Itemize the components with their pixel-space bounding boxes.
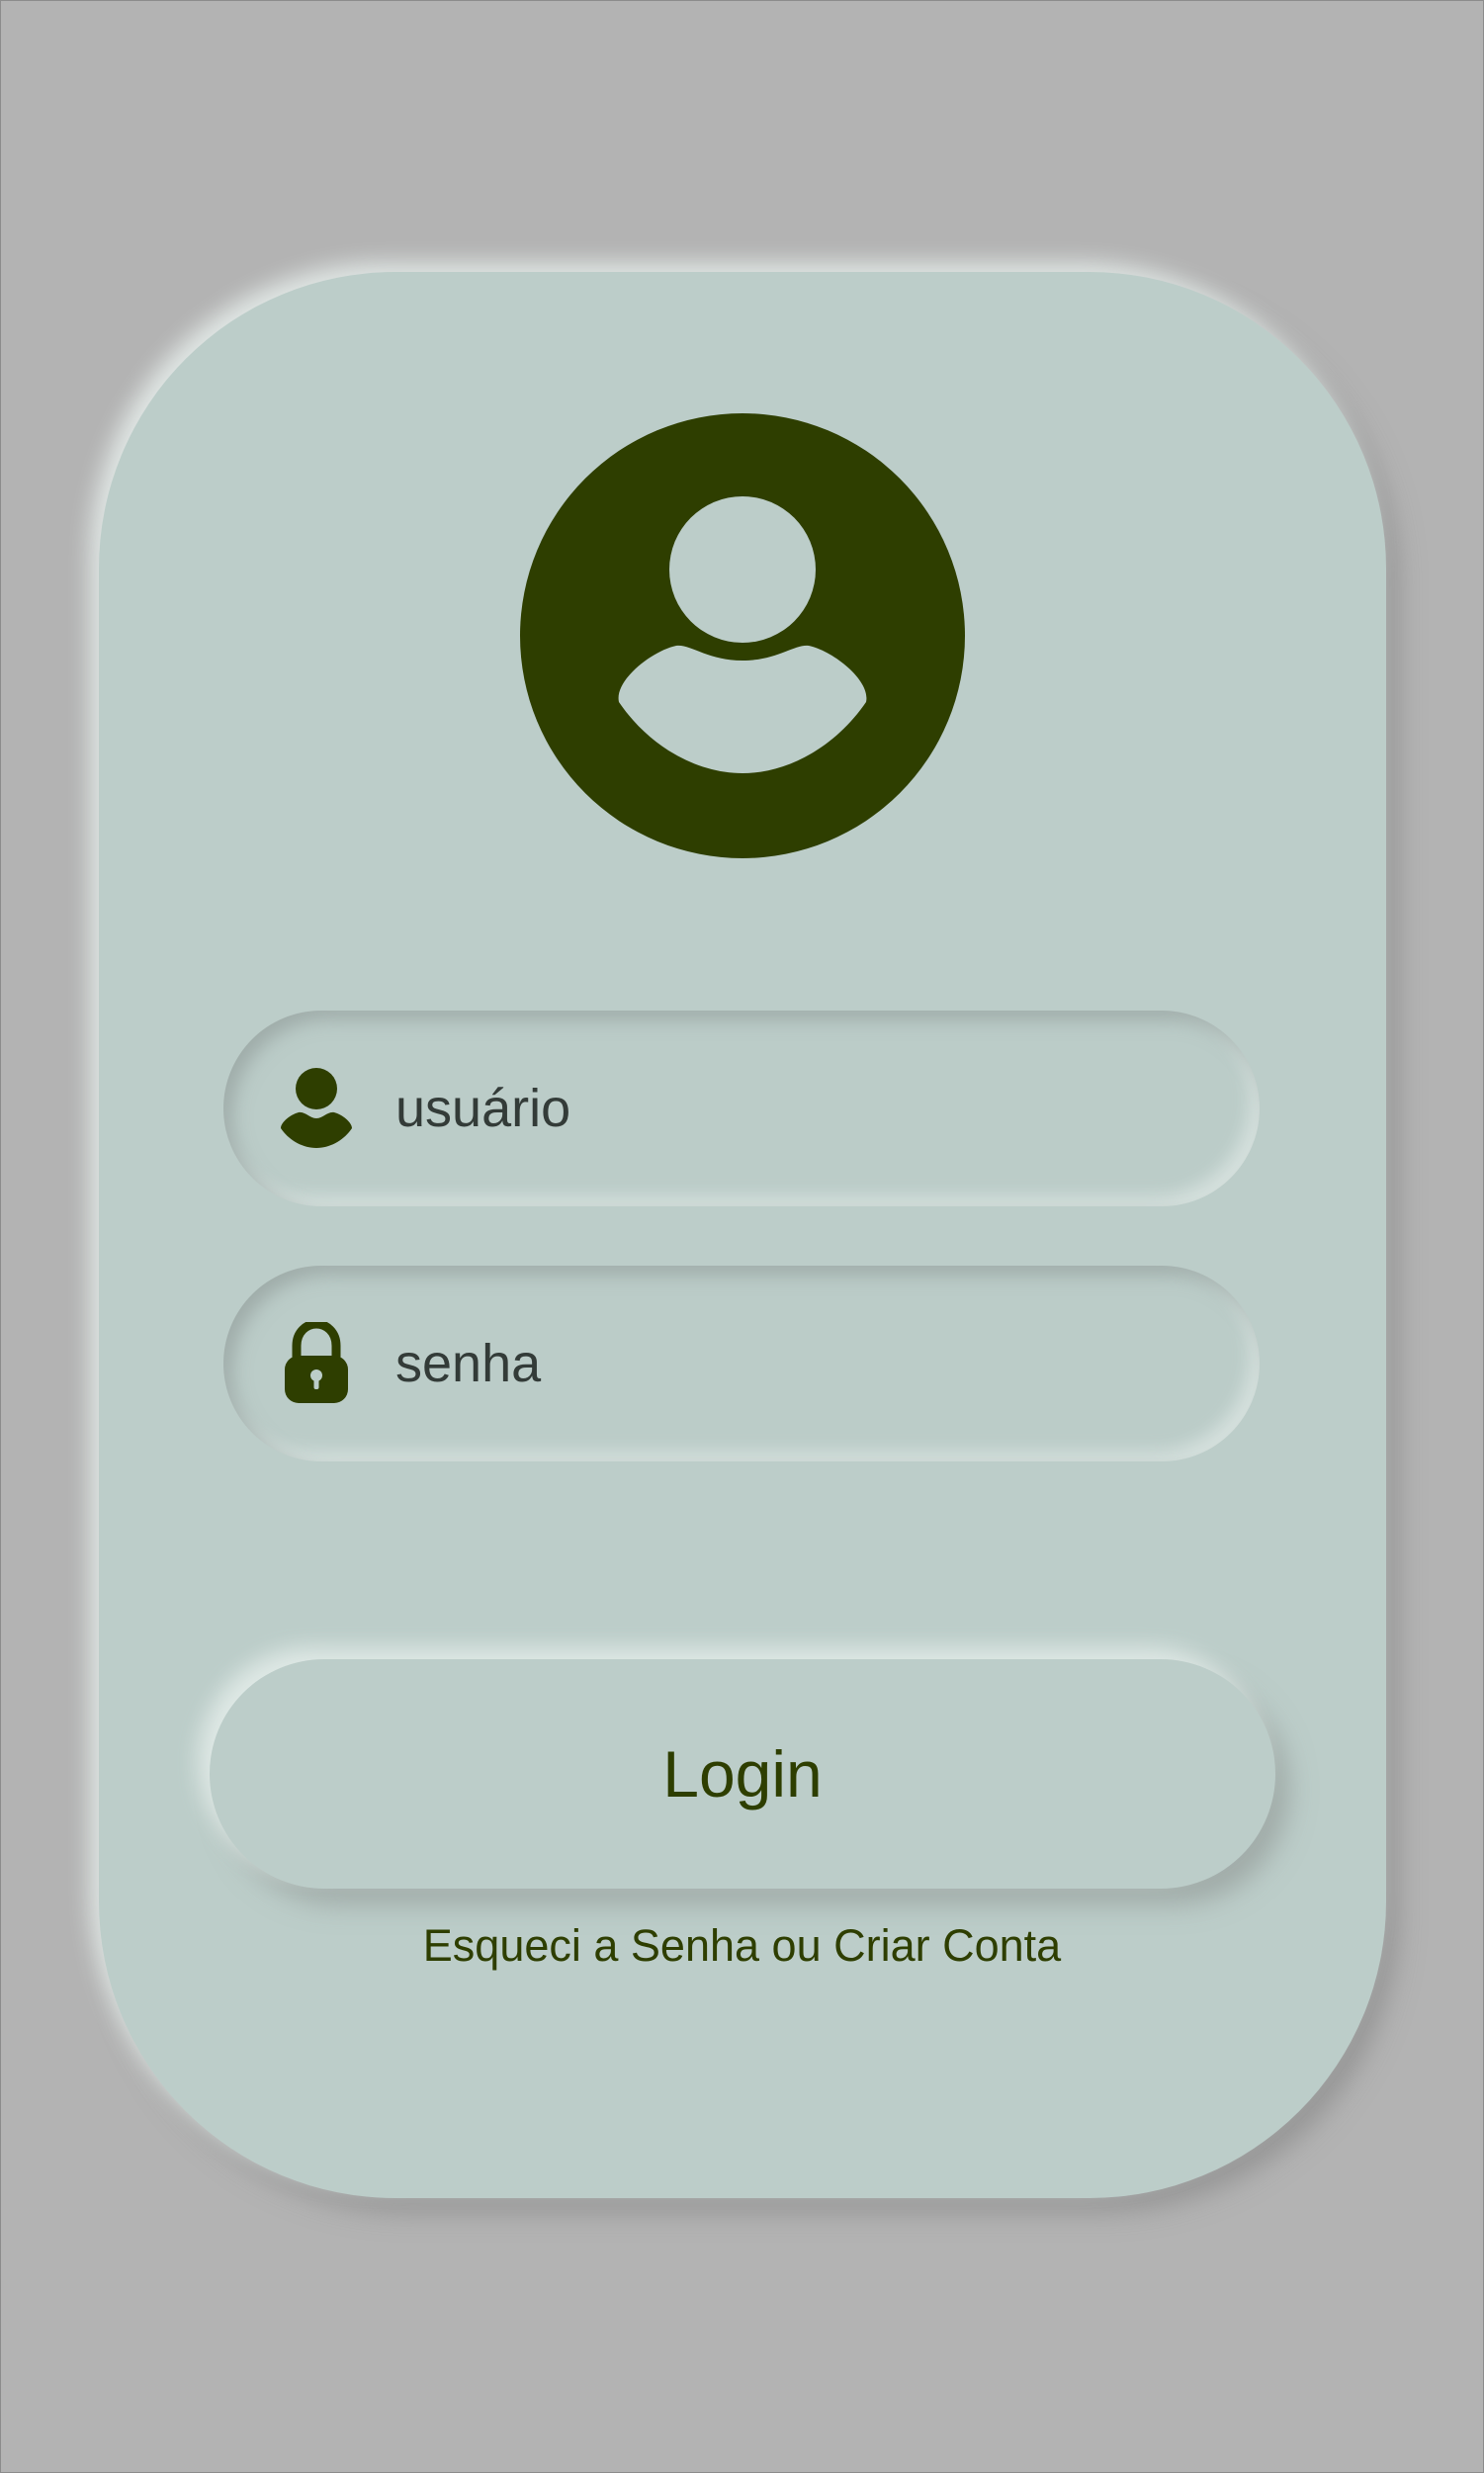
password-field[interactable] xyxy=(223,1266,1260,1461)
lock-icon xyxy=(279,1322,354,1405)
login-button[interactable]: Login xyxy=(210,1659,1275,1889)
avatar-icon xyxy=(520,413,965,858)
links-separator: ou xyxy=(759,1920,834,1971)
create-account-link[interactable]: Criar Conta xyxy=(833,1920,1061,1971)
password-input[interactable] xyxy=(395,1266,1200,1461)
forgot-password-link[interactable]: Esqueci a Senha xyxy=(423,1920,759,1971)
account-links: Esqueci a Senha ou Criar Conta xyxy=(0,1920,1484,1972)
username-field[interactable] xyxy=(223,1011,1260,1206)
user-icon xyxy=(279,1067,354,1150)
username-input[interactable] xyxy=(395,1011,1200,1206)
